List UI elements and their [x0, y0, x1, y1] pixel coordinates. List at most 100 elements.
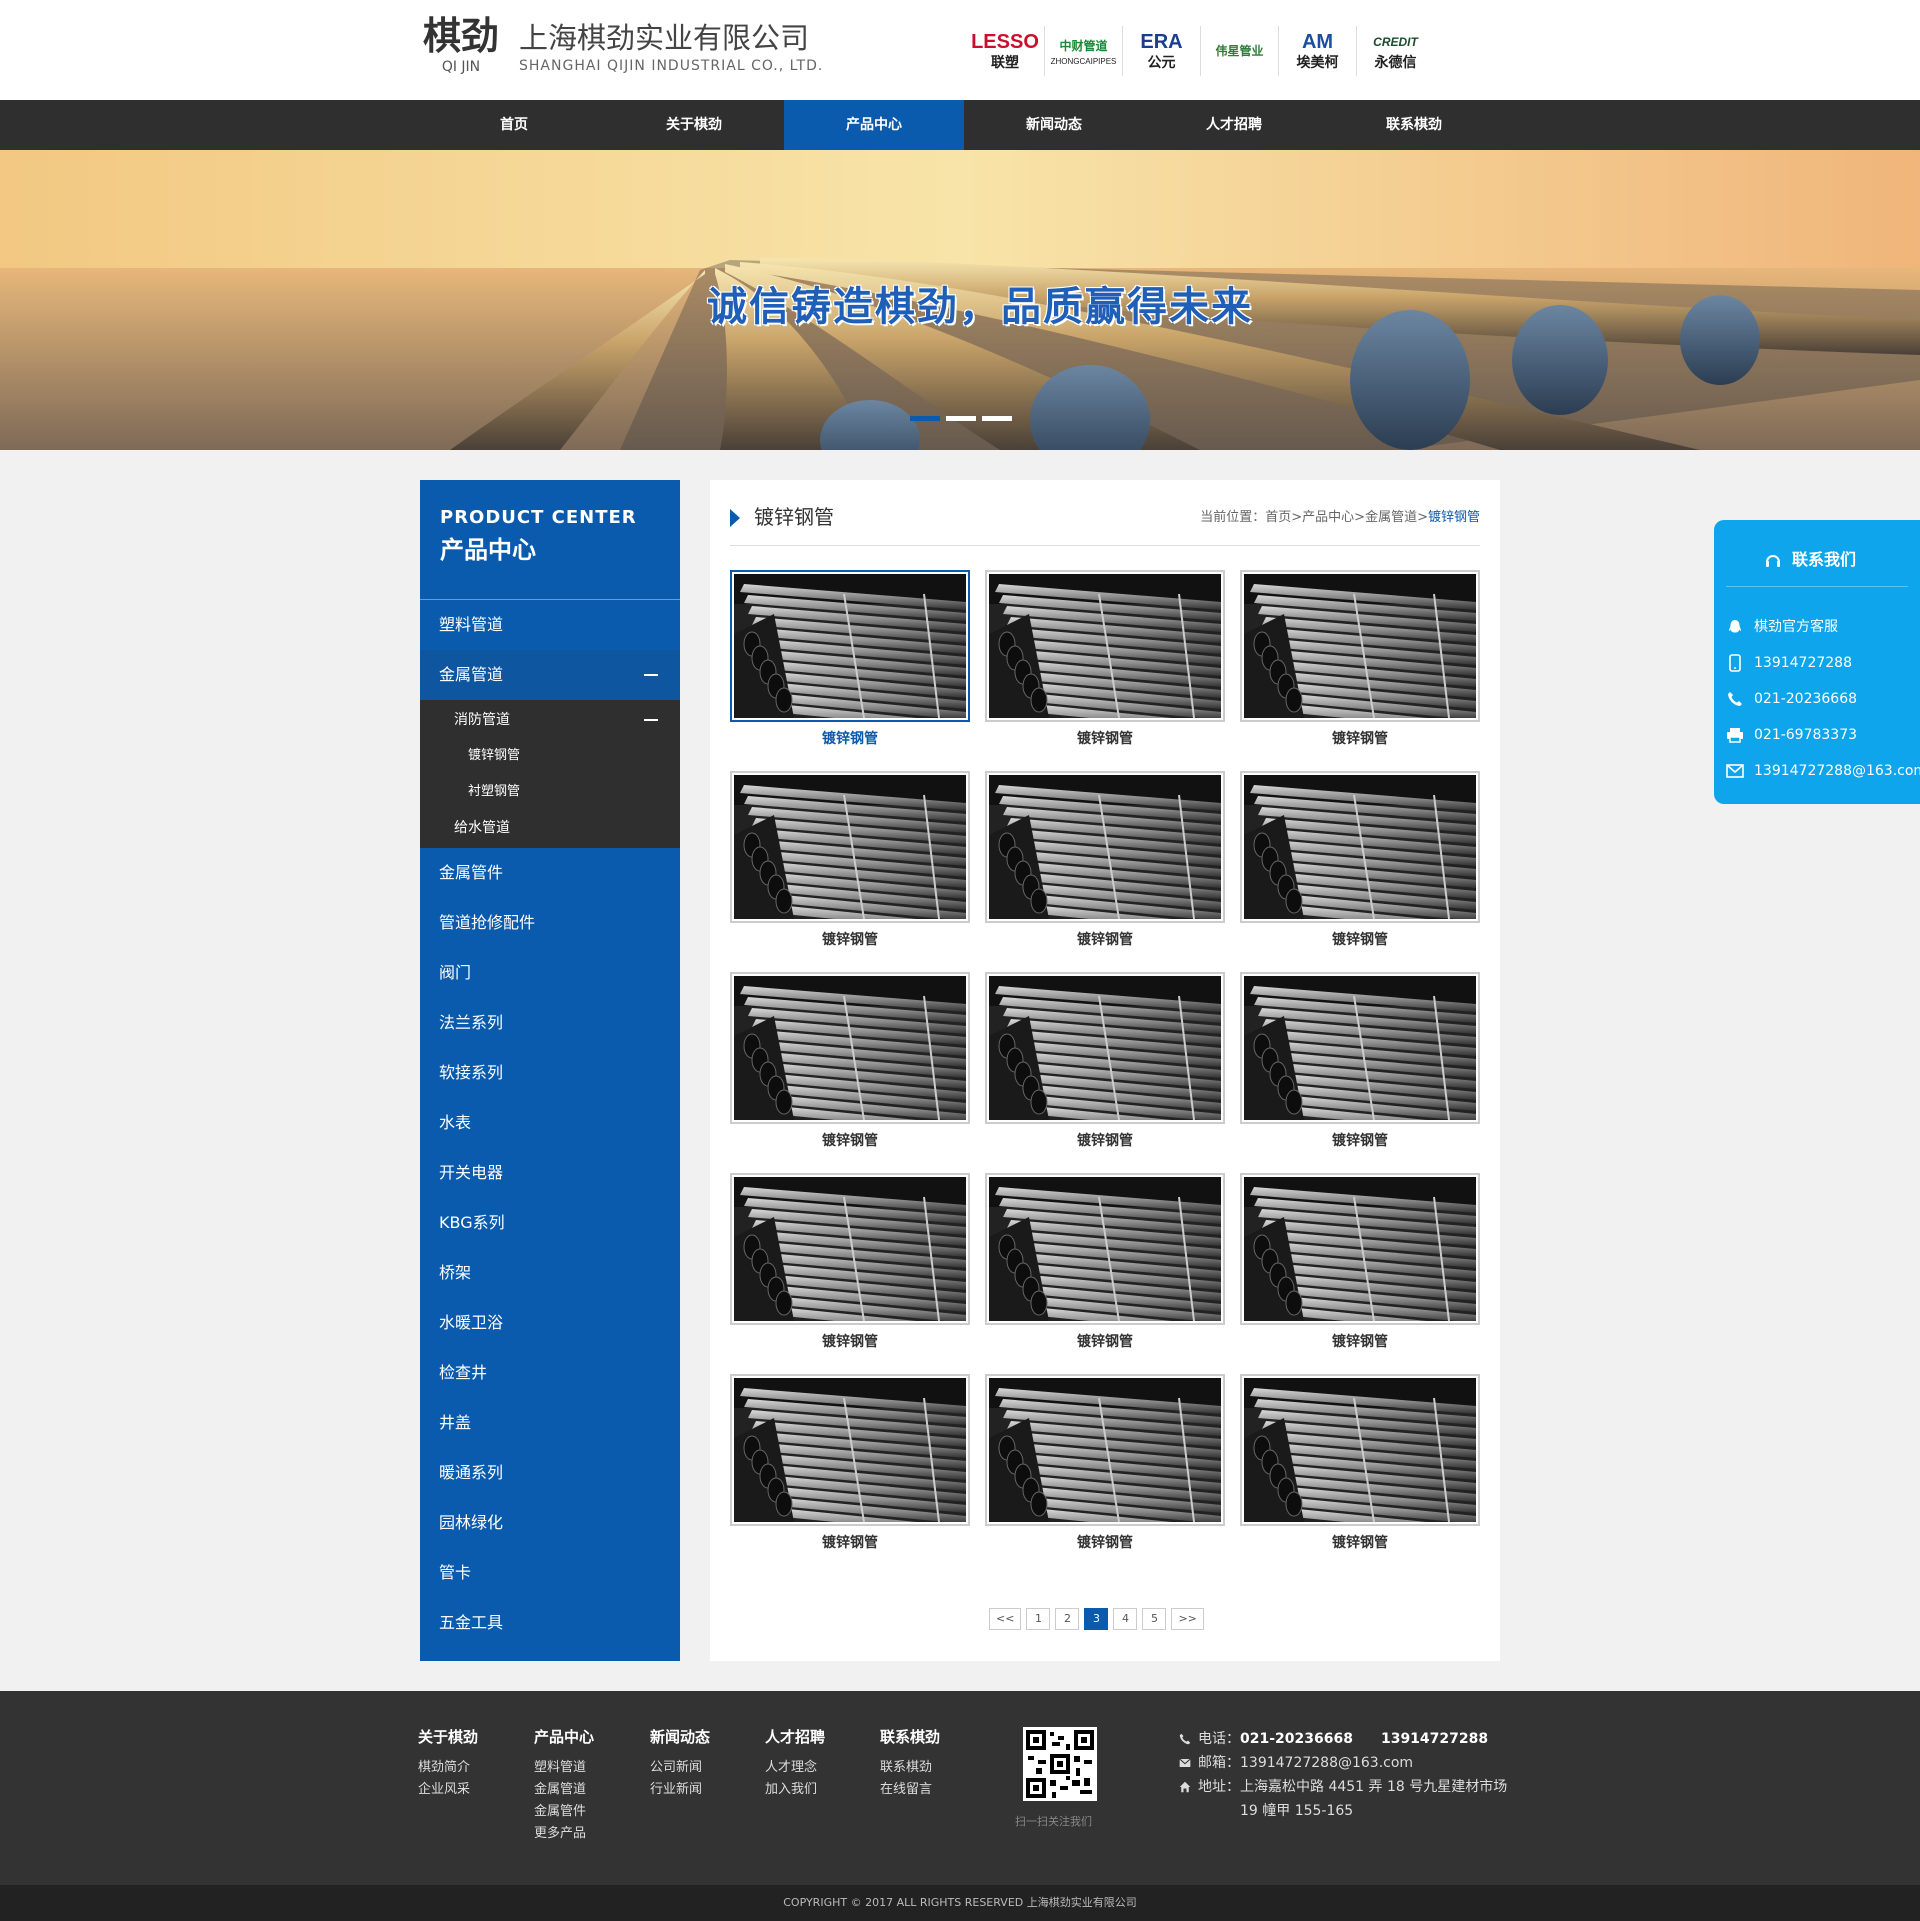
footer-link[interactable]: 行业新闻 [650, 1779, 710, 1801]
sidebar-item[interactable]: 管卡 [420, 1548, 680, 1598]
product-card[interactable]: 镀锌钢管 [985, 972, 1225, 1150]
sidebar-subitem-lined[interactable]: 衬塑钢管 [420, 774, 680, 810]
product-image [989, 1378, 1221, 1522]
product-name: 镀锌钢管 [822, 731, 878, 747]
contact-phone[interactable]: 021-20236668 [1726, 689, 1857, 709]
sidebar-subitem-fire[interactable]: 消防管道 [420, 702, 680, 738]
brand-logo[interactable]: AM 埃美柯 [1278, 26, 1356, 76]
sidebar-item-metal[interactable]: 金属管道 [420, 650, 680, 700]
product-card[interactable]: 镀锌钢管 [1240, 570, 1480, 748]
product-card[interactable]: 镀锌钢管 [985, 570, 1225, 748]
nav-item[interactable]: 关于棋劲 [604, 100, 784, 150]
footer-link[interactable]: 在线留言 [880, 1779, 940, 1801]
product-card[interactable]: 镀锌钢管 [1240, 972, 1480, 1150]
product-name: 镀锌钢管 [1077, 932, 1133, 948]
sidebar-item[interactable]: 井盖 [420, 1398, 680, 1448]
brand-logo[interactable]: 中财管道 ZHONGCAIPIPES [1044, 26, 1122, 76]
product-card[interactable]: 镀锌钢管 [730, 972, 970, 1150]
qq-icon [1726, 618, 1744, 636]
footer-link[interactable]: 棋劲简介 [418, 1757, 478, 1779]
pagination-next[interactable]: >> [1171, 1608, 1204, 1630]
pagination-page[interactable]: 2 [1055, 1608, 1080, 1630]
sidebar-subitem-water[interactable]: 给水管道 [420, 810, 680, 846]
sidebar-item[interactable]: 检查井 [420, 1348, 680, 1398]
hero-banner: 诚信铸造棋劲，品质赢得未来 [0, 150, 1920, 450]
sidebar-item[interactable]: 园林绿化 [420, 1498, 680, 1548]
brand-logo[interactable]: LESSO 联塑 [966, 26, 1044, 76]
banner-dot[interactable] [982, 416, 1012, 421]
nav-item[interactable]: 产品中心 [784, 100, 964, 150]
breadcrumb: 当前位置：首页>产品中心>金属管道>镀锌钢管 [1200, 510, 1480, 526]
product-name: 镀锌钢管 [1077, 1133, 1133, 1149]
product-image-frame [730, 1173, 970, 1325]
footer-link[interactable]: 金属管件 [534, 1801, 594, 1823]
contact-email[interactable]: 13914727288@163.com [1726, 761, 1920, 781]
sidebar-item[interactable]: 软接系列 [420, 1048, 680, 1098]
product-card[interactable]: 镀锌钢管 [1240, 1173, 1480, 1351]
sidebar-item[interactable]: 开关电器 [420, 1148, 680, 1198]
product-card[interactable]: 镀锌钢管 [985, 1173, 1225, 1351]
pagination-page[interactable]: 5 [1142, 1608, 1167, 1630]
product-card[interactable]: 镀锌钢管 [985, 1374, 1225, 1552]
nav-item[interactable]: 联系棋劲 [1324, 100, 1504, 150]
footer-link[interactable]: 金属管道 [534, 1779, 594, 1801]
sidebar-item[interactable]: 金属管件 [420, 848, 680, 898]
footer-link[interactable]: 塑料管道 [534, 1757, 594, 1779]
contact-mobile[interactable]: 13914727288 [1726, 653, 1852, 673]
product-card[interactable]: 镀锌钢管 [730, 1374, 970, 1552]
nav-item[interactable]: 新闻动态 [964, 100, 1144, 150]
sidebar-item[interactable]: KBG系列 [420, 1198, 680, 1248]
collapse-icon[interactable] [644, 674, 658, 676]
footer-link[interactable]: 联系棋劲 [880, 1757, 940, 1779]
product-name: 镀锌钢管 [1332, 932, 1388, 948]
breadcrumb-current[interactable]: 镀锌钢管 [1428, 510, 1480, 525]
sidebar-item[interactable]: 桥架 [420, 1248, 680, 1298]
sidebar-item[interactable]: 五金工具 [420, 1598, 680, 1648]
product-card[interactable]: 镀锌钢管 [1240, 1374, 1480, 1552]
brand-logo[interactable]: 伟星管业 [1200, 26, 1278, 76]
footer-link[interactable]: 企业风采 [418, 1779, 478, 1801]
footer-link[interactable]: 加入我们 [765, 1779, 825, 1801]
nav-item[interactable]: 首页 [424, 100, 604, 150]
brand-logo[interactable]: ERA 公元 [1122, 26, 1200, 76]
sidebar-item[interactable]: 水暖卫浴 [420, 1298, 680, 1348]
footer-link[interactable]: 人才理念 [765, 1757, 825, 1779]
brand-logo[interactable]: CREDIT 永德信 [1356, 26, 1434, 76]
banner-dot[interactable] [910, 416, 940, 421]
pagination-prev[interactable]: << [989, 1608, 1022, 1630]
pagination-page[interactable]: 4 [1113, 1608, 1138, 1630]
product-card[interactable]: 镀锌钢管 [730, 1173, 970, 1351]
banner-dot[interactable] [946, 416, 976, 421]
contact-fax[interactable]: 021-69783373 [1726, 725, 1857, 745]
sidebar-item-label: 金属管道 [439, 665, 504, 684]
breadcrumb-product-center[interactable]: 产品中心 [1302, 510, 1354, 525]
breadcrumb-home[interactable]: 首页 [1265, 510, 1291, 525]
footer-column: 人才招聘人才理念 加入我们 [765, 1727, 825, 1801]
contact-service[interactable]: 棋劲官方客服 [1726, 617, 1838, 637]
sidebar-item[interactable]: 法兰系列 [420, 998, 680, 1048]
collapse-icon[interactable] [644, 719, 658, 721]
product-card[interactable]: 镀锌钢管 [1240, 771, 1480, 949]
pagination-page[interactable]: 1 [1026, 1608, 1051, 1630]
product-image [1244, 574, 1476, 718]
brand-logo-text: LESSO [971, 31, 1039, 53]
breadcrumb-metal-pipe[interactable]: 金属管道 [1365, 510, 1417, 525]
footer-link[interactable]: 公司新闻 [650, 1757, 710, 1779]
sidebar-item[interactable]: 阀门 [420, 948, 680, 998]
product-card[interactable]: 镀锌钢管 [985, 771, 1225, 949]
footer-column-title: 人才招聘 [765, 1728, 826, 1746]
product-card[interactable]: 镀锌钢管 [730, 771, 970, 949]
nav-item[interactable]: 人才招聘 [1144, 100, 1324, 150]
product-image-frame [985, 1374, 1225, 1526]
sidebar-subitem-galvanized[interactable]: 镀锌钢管 [420, 738, 680, 774]
pagination-page[interactable]: 3 [1084, 1608, 1109, 1630]
sidebar-item[interactable]: 管道抢修配件 [420, 898, 680, 948]
site-logo[interactable]: 棋劲 QI JIN [421, 14, 501, 76]
sidebar-item[interactable]: 暖通系列 [420, 1448, 680, 1498]
brand-logo-text: 中财管道 [1059, 39, 1108, 53]
sidebar-item[interactable]: 水表 [420, 1098, 680, 1148]
product-card[interactable]: 镀锌钢管 [730, 570, 970, 748]
sidebar-item-plastic[interactable]: 塑料管道 [420, 600, 680, 650]
sidebar-submenu: 消防管道 镀锌钢管 衬塑钢管 给水管道 [420, 700, 680, 848]
footer-link[interactable]: 更多产品 [534, 1823, 594, 1845]
